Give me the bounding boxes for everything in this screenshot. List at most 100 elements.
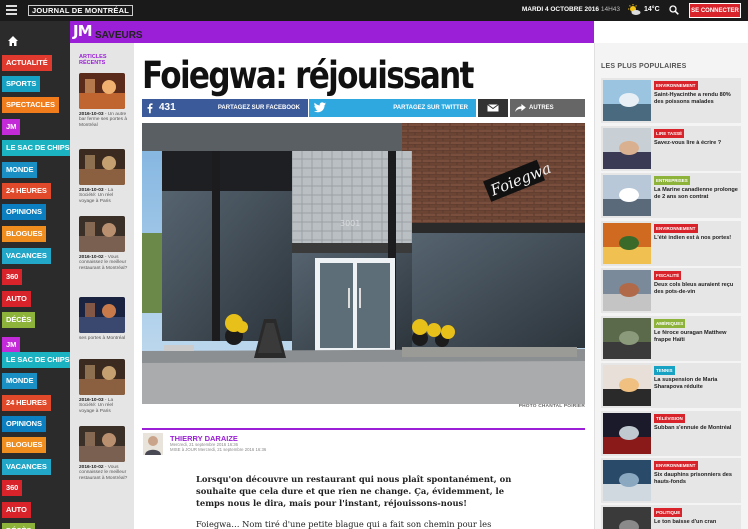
popular-thumbnail — [603, 507, 651, 529]
article-link[interactable]: 2016-10-03 - Un autre bar ferme ses port… — [79, 112, 129, 128]
nav-item[interactable]: 24 HEURES — [2, 183, 51, 199]
popular-thumbnail — [603, 270, 651, 311]
nav-item[interactable]: MONDE — [2, 373, 38, 389]
share-more-button[interactable]: AUTRES — [510, 99, 585, 117]
article-lede: Lorsqu'on découvre un restaurant qui nou… — [196, 474, 512, 508]
popular-title-link[interactable]: Le ton baisse d'un cran — [654, 519, 739, 526]
article-link[interactable]: 2016-10-02 - Vous connaissez le meilleur… — [79, 465, 129, 481]
recent-articles-title: ARTICLES RÉCENTS — [79, 54, 107, 66]
update-date: MISE à JOUR Mercredi, 21 septembre 2016 … — [170, 446, 267, 452]
home-icon[interactable] — [7, 35, 19, 47]
popular-category[interactable]: POLITIQUE — [654, 508, 683, 517]
popular-title-link[interactable]: La suspension de Maria Sharapova réduite — [654, 377, 739, 390]
hamburger-menu-icon[interactable] — [6, 5, 17, 15]
popular-item[interactable]: LIRE TASSÉ Savez-vous lire à écrire ? — [601, 126, 741, 171]
nav-item[interactable]: 360 — [2, 269, 23, 285]
nav-item[interactable]: JM — [2, 119, 21, 135]
popular-item[interactable]: POLITIQUE Le ton baisse d'un cran — [601, 505, 741, 529]
nav-item[interactable]: LE SAC DE CHIPS — [2, 140, 74, 156]
popular-item[interactable]: ENVIRONNEMENT Six dauphins prisonniers de… — [601, 458, 741, 503]
author-divider — [142, 428, 585, 430]
article-thumbnail[interactable] — [79, 426, 125, 462]
nav-item[interactable]: SPORTS — [2, 76, 41, 92]
author-avatar[interactable] — [143, 433, 163, 455]
article-thumbnail[interactable] — [79, 359, 125, 395]
nav-item[interactable]: DÉCÈS — [2, 523, 36, 529]
nav-item[interactable]: MONDE — [2, 162, 38, 178]
popular-item[interactable]: AMÉRIQUES Le féroce ouragan Matthew frapp… — [601, 316, 741, 361]
nav-item[interactable]: 24 HEURES — [2, 395, 51, 411]
nav-item[interactable]: OPINIONS — [2, 416, 46, 432]
popular-title-link[interactable]: La Marine canadienne prolonge de 2 ans s… — [654, 187, 739, 200]
article-headline: Foiegwa: réjouissant — [142, 54, 474, 97]
article-link[interactable]: 2016-10-03 - La Société: Un réel voyage … — [79, 398, 129, 414]
nav-item[interactable]: JM — [2, 337, 21, 353]
nav-item[interactable]: VACANCES — [2, 459, 51, 475]
article-thumbnail[interactable] — [79, 216, 125, 252]
popular-thumbnail — [603, 365, 651, 406]
photo-credit: PHOTO CHANTAL POIRIER — [518, 404, 585, 409]
top-bar: JOURNAL DE MONTRÉAL MARDI 4 OCTOBRE 2016… — [0, 0, 748, 21]
popular-title-link[interactable]: Saint-Hyacinthe a rendu 80% des poissons… — [654, 92, 739, 105]
popular-title-link[interactable]: Le féroce ouragan Matthew frappe Haïti — [654, 330, 739, 343]
nav-item[interactable]: VACANCES — [2, 248, 51, 264]
popular-category[interactable]: AMÉRIQUES — [654, 319, 686, 328]
article-thumbnail[interactable] — [79, 297, 125, 333]
nav-item[interactable]: OPINIONS — [2, 204, 46, 220]
popular-category[interactable]: ENVIRONNEMENT — [654, 224, 698, 233]
sun-cloud-icon — [628, 4, 641, 15]
share-email-button[interactable] — [478, 99, 508, 117]
popular-item[interactable]: FISCALITÉ Deux cols bleus auraient reçu d… — [601, 268, 741, 313]
popular-title-link[interactable]: Six dauphins prisonniers des hauts-fonds — [654, 472, 739, 485]
search-icon[interactable] — [669, 5, 679, 15]
twitter-icon — [314, 102, 326, 113]
login-button[interactable]: SE CONNECTER — [689, 3, 741, 18]
article-link[interactable]: 2016-10-02 - Vous connaissez le meilleur… — [79, 255, 129, 271]
article-body: Foiegwa… Nom tiré d'une petite blague qu… — [196, 519, 492, 529]
nav-item[interactable]: DÉCÈS — [2, 312, 36, 328]
nav-item[interactable]: ACTUALITÉ — [2, 55, 52, 71]
article-date: Mercredi, 21 septembre 2016 16:36 MISE à… — [170, 442, 330, 453]
nav-item[interactable]: LE SAC DE CHIPS — [2, 352, 74, 368]
popular-item[interactable]: ENTREPRISES La Marine canadienne prolonge… — [601, 173, 741, 218]
popular-item[interactable]: TENNIS La suspension de Maria Sharapova r… — [601, 363, 741, 408]
popular-thumbnail — [603, 413, 651, 454]
popular-category[interactable]: ENTREPRISES — [654, 176, 690, 185]
share-count: 431 — [159, 102, 176, 113]
nav-item[interactable]: BLOGUES — [2, 226, 47, 242]
article-link[interactable]: 2016-10-03 - La Société: Un réel voyage … — [79, 188, 129, 204]
current-date: MARDI 4 OCTOBRE 2016 14H43 — [522, 6, 620, 13]
popular-title-link[interactable]: Savez-vous lire à écrire ? — [654, 140, 739, 147]
section-name[interactable]: SAVEURS — [95, 30, 143, 41]
share-facebook-button[interactable]: 431 PARTAGEZ SUR FACEBOOK — [142, 99, 308, 117]
popular-thumbnail — [603, 460, 651, 501]
nav-item[interactable]: 360 — [2, 480, 23, 496]
popular-title: LES PLUS POPULAIRES — [601, 63, 687, 70]
envelope-icon — [487, 104, 499, 112]
popular-category[interactable]: ENVIRONNEMENT — [654, 461, 698, 470]
nav-item[interactable]: AUTO — [2, 502, 31, 518]
popular-category[interactable]: LIRE TASSÉ — [654, 129, 685, 138]
share-more-label: AUTRES — [529, 105, 554, 111]
popular-item[interactable]: ENVIRONNEMENT L'été indien est à nos port… — [601, 221, 741, 266]
nav-item[interactable]: SPECTACLES — [2, 97, 59, 113]
popular-title-link[interactable]: Subban s'ennuie de Montréal — [654, 425, 739, 432]
share-twitter-button[interactable]: PARTAGEZ SUR TWITTER — [309, 99, 476, 117]
popular-item[interactable]: TÉLÉVISION Subban s'ennuie de Montréal — [601, 411, 741, 456]
article-title: ses portes à Montréal — [79, 336, 126, 341]
article-link[interactable]: ses portes à Montréal — [79, 336, 129, 341]
share-arrow-icon — [515, 104, 526, 112]
article-thumbnail[interactable] — [79, 149, 125, 185]
popular-item[interactable]: ENVIRONNEMENT Saint-Hyacinthe a rendu 80%… — [601, 78, 741, 123]
popular-title-link[interactable]: L'été indien est à nos portes! — [654, 235, 739, 242]
site-logo[interactable]: JOURNAL DE MONTRÉAL — [28, 5, 133, 16]
popular-category[interactable]: TÉLÉVISION — [654, 414, 685, 423]
popular-category[interactable]: ENVIRONNEMENT — [654, 81, 698, 90]
nav-item[interactable]: BLOGUES — [2, 437, 47, 453]
popular-category[interactable]: TENNIS — [654, 366, 675, 375]
popular-title-link[interactable]: Deux cols bleus auraient reçu des pots-d… — [654, 282, 739, 295]
nav-item[interactable]: AUTO — [2, 291, 31, 307]
article-thumbnail[interactable] — [79, 73, 125, 109]
popular-category[interactable]: FISCALITÉ — [654, 271, 682, 280]
section-logo[interactable]: JM — [73, 22, 92, 40]
